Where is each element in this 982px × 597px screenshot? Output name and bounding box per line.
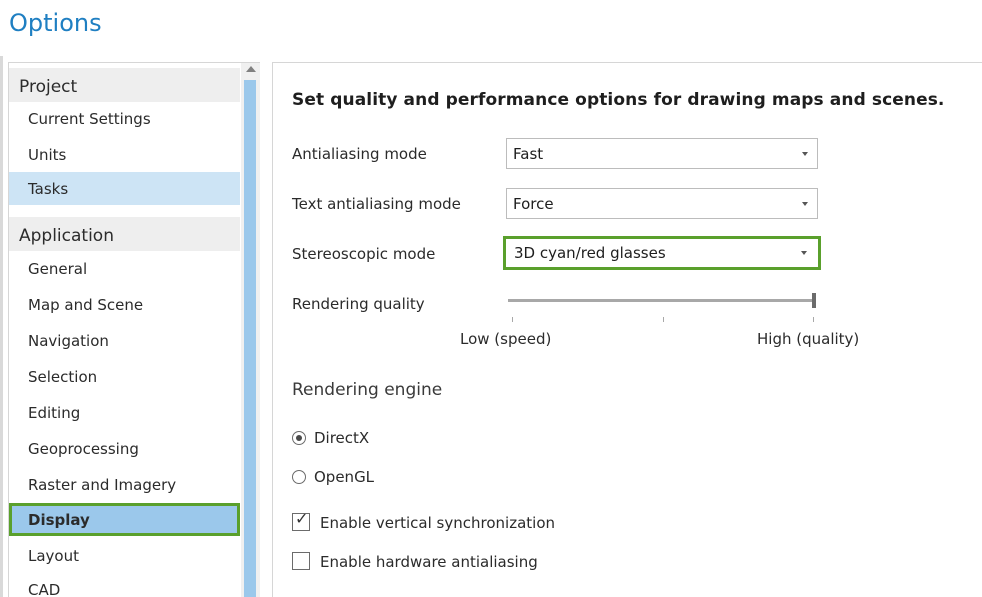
panel-top-border [272,62,982,63]
chevron-down-icon [801,251,807,255]
scrollbar-thumb[interactable] [244,80,256,597]
panel-divider [272,62,273,597]
options-sidebar: Project Current Settings Units Tasks App… [8,62,260,597]
slider-tick-mid [663,317,664,322]
window-edge [0,0,3,597]
sidebar-item-raster-and-imagery[interactable]: Raster and Imagery [9,468,240,501]
window-title: Options [9,9,102,37]
sidebar-item-selection[interactable]: Selection [9,360,240,393]
slider-tick-high [813,317,814,322]
sidebar-item-current-settings[interactable]: Current Settings [9,102,240,135]
title-bar: Options [0,0,982,56]
sidebar-item-display[interactable]: Display [9,503,240,536]
hw-antialiasing-checkbox[interactable] [292,552,310,570]
radio-opengl-label: OpenGL [314,468,375,486]
antialiasing-mode-label: Antialiasing mode [292,145,427,163]
antialiasing-mode-dropdown[interactable]: Fast [506,138,818,169]
sidebar-item-tasks[interactable]: Tasks [9,172,240,205]
stereoscopic-mode-label: Stereoscopic mode [292,245,436,263]
text-antialiasing-mode-dropdown[interactable]: Force [506,188,818,219]
sidebar-group-project: Project [9,68,240,102]
rendering-quality-low-label: Low (speed) [460,330,552,348]
radio-directx-label: DirectX [314,429,370,447]
radio-button[interactable] [292,431,306,445]
sidebar-item-units[interactable]: Units [9,138,240,171]
sidebar-group-application: Application [9,217,240,251]
antialiasing-mode-value: Fast [513,145,544,163]
sidebar-item-layout[interactable]: Layout [9,539,240,572]
checkmark-icon: ✓ [295,509,309,528]
sidebar-scrollbar[interactable] [241,63,260,597]
rendering-quality-high-label: High (quality) [757,330,860,348]
hw-antialiasing-label: Enable hardware antialiasing [320,553,538,571]
text-antialiasing-mode-value: Force [513,195,554,213]
rendering-quality-slider-thumb[interactable] [812,293,816,308]
text-antialiasing-mode-label: Text antialiasing mode [292,195,461,213]
vsync-checkbox[interactable]: ✓ [292,509,310,531]
sidebar-item-map-and-scene[interactable]: Map and Scene [9,288,240,321]
sidebar-item-general[interactable]: General [9,252,240,285]
stereoscopic-mode-value: 3D cyan/red glasses [514,244,666,262]
stereoscopic-mode-dropdown[interactable]: 3D cyan/red glasses [503,236,821,270]
sidebar-item-editing[interactable]: Editing [9,396,240,429]
sidebar-item-geoprocessing[interactable]: Geoprocessing [9,432,240,465]
display-heading: Set quality and performance options for … [292,90,945,110]
rendering-quality-slider[interactable] [508,299,814,302]
radio-button[interactable] [292,470,306,484]
chevron-down-icon [802,202,808,206]
radio-selected-dot [296,435,302,441]
slider-tick-low [512,317,513,322]
sidebar-item-cad[interactable]: CAD [9,573,240,597]
scroll-up-arrow-icon[interactable] [246,66,256,72]
chevron-down-icon [802,152,808,156]
vsync-label: Enable vertical synchronization [320,514,555,532]
rendering-engine-title: Rendering engine [292,380,443,400]
sidebar-item-navigation[interactable]: Navigation [9,324,240,357]
rendering-quality-label: Rendering quality [292,295,425,313]
